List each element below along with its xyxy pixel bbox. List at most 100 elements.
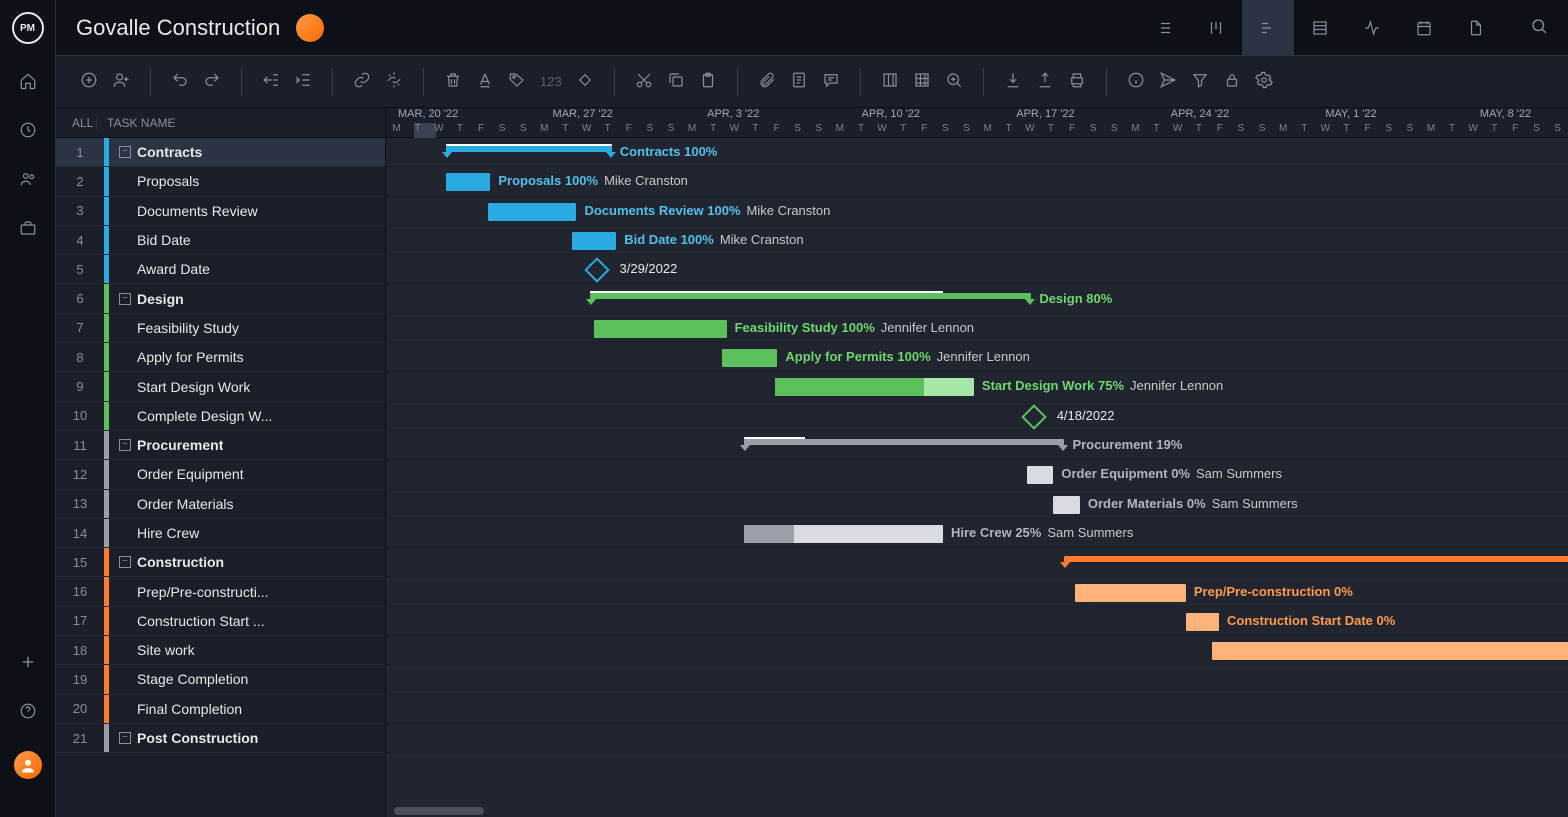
day-label: S [1399, 123, 1420, 138]
outdent-icon[interactable] [258, 67, 284, 96]
task-row[interactable]: 13 Order Materials [56, 490, 385, 519]
gantt-summary-bar[interactable] [744, 439, 1064, 445]
bar-label-pct: 100% [681, 232, 714, 247]
task-row[interactable]: 5 Award Date [56, 255, 385, 284]
task-row[interactable]: 17 Construction Start ... [56, 607, 385, 636]
import-icon[interactable] [1000, 67, 1026, 96]
copy-icon[interactable] [663, 67, 689, 96]
cut-icon[interactable] [631, 67, 657, 96]
settings-icon[interactable] [1251, 67, 1277, 96]
briefcase-icon[interactable] [19, 219, 37, 240]
view-calendar-icon[interactable] [1398, 0, 1450, 56]
gantt-body[interactable]: Contracts 100%Proposals 100%Mike Cransto… [386, 138, 1568, 817]
view-gantt-icon[interactable] [1242, 0, 1294, 56]
task-row[interactable]: 19 Stage Completion [56, 665, 385, 694]
collapse-icon[interactable]: − [119, 556, 131, 568]
unlink-icon[interactable] [381, 67, 407, 96]
gantt-summary-bar[interactable] [590, 293, 1032, 299]
app-logo[interactable]: PM [12, 12, 44, 44]
comment-icon[interactable] [818, 67, 844, 96]
horizontal-scrollbar[interactable] [394, 807, 484, 815]
task-row[interactable]: 14 Hire Crew [56, 519, 385, 548]
task-row[interactable]: 1 − Contracts [56, 138, 385, 167]
search-icon[interactable] [1530, 17, 1548, 38]
note-icon[interactable] [786, 67, 812, 96]
gantt-chart[interactable]: MAR, 20 '22MAR, 27 '22APR, 3 '22APR, 10 … [386, 108, 1568, 817]
add-icon[interactable] [19, 653, 37, 674]
view-board-icon[interactable] [1190, 0, 1242, 56]
bar-assignee: Sam Summers [1212, 496, 1298, 511]
gantt-bar[interactable] [1186, 613, 1219, 631]
task-row[interactable]: 2 Proposals [56, 167, 385, 196]
info-icon[interactable] [1123, 67, 1149, 96]
attach-icon[interactable] [754, 67, 780, 96]
task-row[interactable]: 9 Start Design Work [56, 372, 385, 401]
task-row[interactable]: 3 Documents Review [56, 197, 385, 226]
task-row[interactable]: 11 − Procurement [56, 431, 385, 460]
text-style-icon[interactable] [472, 67, 498, 96]
gantt-bar[interactable] [594, 320, 726, 338]
gantt-bar[interactable] [744, 525, 943, 543]
link-icon[interactable] [349, 67, 375, 96]
zoom-icon[interactable] [941, 67, 967, 96]
gantt-bar[interactable] [1075, 584, 1185, 602]
add-task-icon[interactable] [76, 67, 102, 96]
view-activity-icon[interactable] [1346, 0, 1398, 56]
help-icon[interactable] [19, 702, 37, 723]
task-row[interactable]: 18 Site work [56, 636, 385, 665]
view-list-icon[interactable] [1138, 0, 1190, 56]
gantt-bar[interactable] [446, 173, 490, 191]
collapse-icon[interactable]: − [119, 439, 131, 451]
task-row[interactable]: 6 − Design [56, 284, 385, 313]
column-all[interactable]: ALL [56, 116, 96, 130]
column-task-name[interactable]: TASK NAME [96, 116, 385, 130]
gantt-bar[interactable] [572, 232, 616, 250]
grid-icon[interactable] [909, 67, 935, 96]
gantt-bar[interactable] [488, 203, 576, 221]
task-row[interactable]: 21 − Post Construction [56, 724, 385, 753]
gantt-bar[interactable] [722, 349, 777, 367]
tag-icon[interactable] [504, 67, 530, 96]
gantt-bar[interactable] [1027, 466, 1053, 484]
lock-icon[interactable] [1219, 67, 1245, 96]
task-row[interactable]: 12 Order Equipment [56, 460, 385, 489]
task-row[interactable]: 15 − Construction [56, 548, 385, 577]
milestone-icon[interactable] [572, 67, 598, 96]
gantt-bar[interactable] [775, 378, 974, 396]
view-sheet-icon[interactable] [1294, 0, 1346, 56]
gantt-summary-bar[interactable] [1064, 556, 1568, 562]
export-icon[interactable] [1032, 67, 1058, 96]
indent-icon[interactable] [290, 67, 316, 96]
home-icon[interactable] [19, 72, 37, 93]
task-row[interactable]: 4 Bid Date [56, 226, 385, 255]
send-icon[interactable] [1155, 67, 1181, 96]
team-icon[interactable] [19, 170, 37, 191]
collapse-icon[interactable]: − [119, 293, 131, 305]
filter-icon[interactable] [1187, 67, 1213, 96]
task-row[interactable]: 20 Final Completion [56, 695, 385, 724]
paste-icon[interactable] [695, 67, 721, 96]
view-files-icon[interactable] [1450, 0, 1502, 56]
clock-icon[interactable] [19, 121, 37, 142]
redo-icon[interactable] [199, 67, 225, 96]
task-row[interactable]: 8 Apply for Permits [56, 343, 385, 372]
toolbar-number: 123 [536, 74, 566, 89]
task-row[interactable]: 16 Prep/Pre-constructi... [56, 577, 385, 606]
user-avatar[interactable] [14, 751, 42, 779]
print-icon[interactable] [1064, 67, 1090, 96]
columns-icon[interactable] [877, 67, 903, 96]
undo-icon[interactable] [167, 67, 193, 96]
gantt-summary-bar[interactable] [446, 146, 612, 152]
gantt-bar[interactable] [1212, 642, 1568, 660]
task-name: Documents Review [137, 203, 258, 219]
collapse-icon[interactable]: − [119, 146, 131, 158]
collapse-icon[interactable]: − [119, 732, 131, 744]
bar-label-pct: 100% [684, 144, 717, 159]
task-row[interactable]: 7 Feasibility Study [56, 314, 385, 343]
project-avatar[interactable] [296, 14, 324, 42]
gantt-bar[interactable] [1053, 496, 1079, 514]
add-user-icon[interactable] [108, 67, 134, 96]
task-row[interactable]: 10 Complete Design W... [56, 402, 385, 431]
delete-icon[interactable] [440, 67, 466, 96]
bar-label-pct: 19% [1156, 437, 1182, 452]
